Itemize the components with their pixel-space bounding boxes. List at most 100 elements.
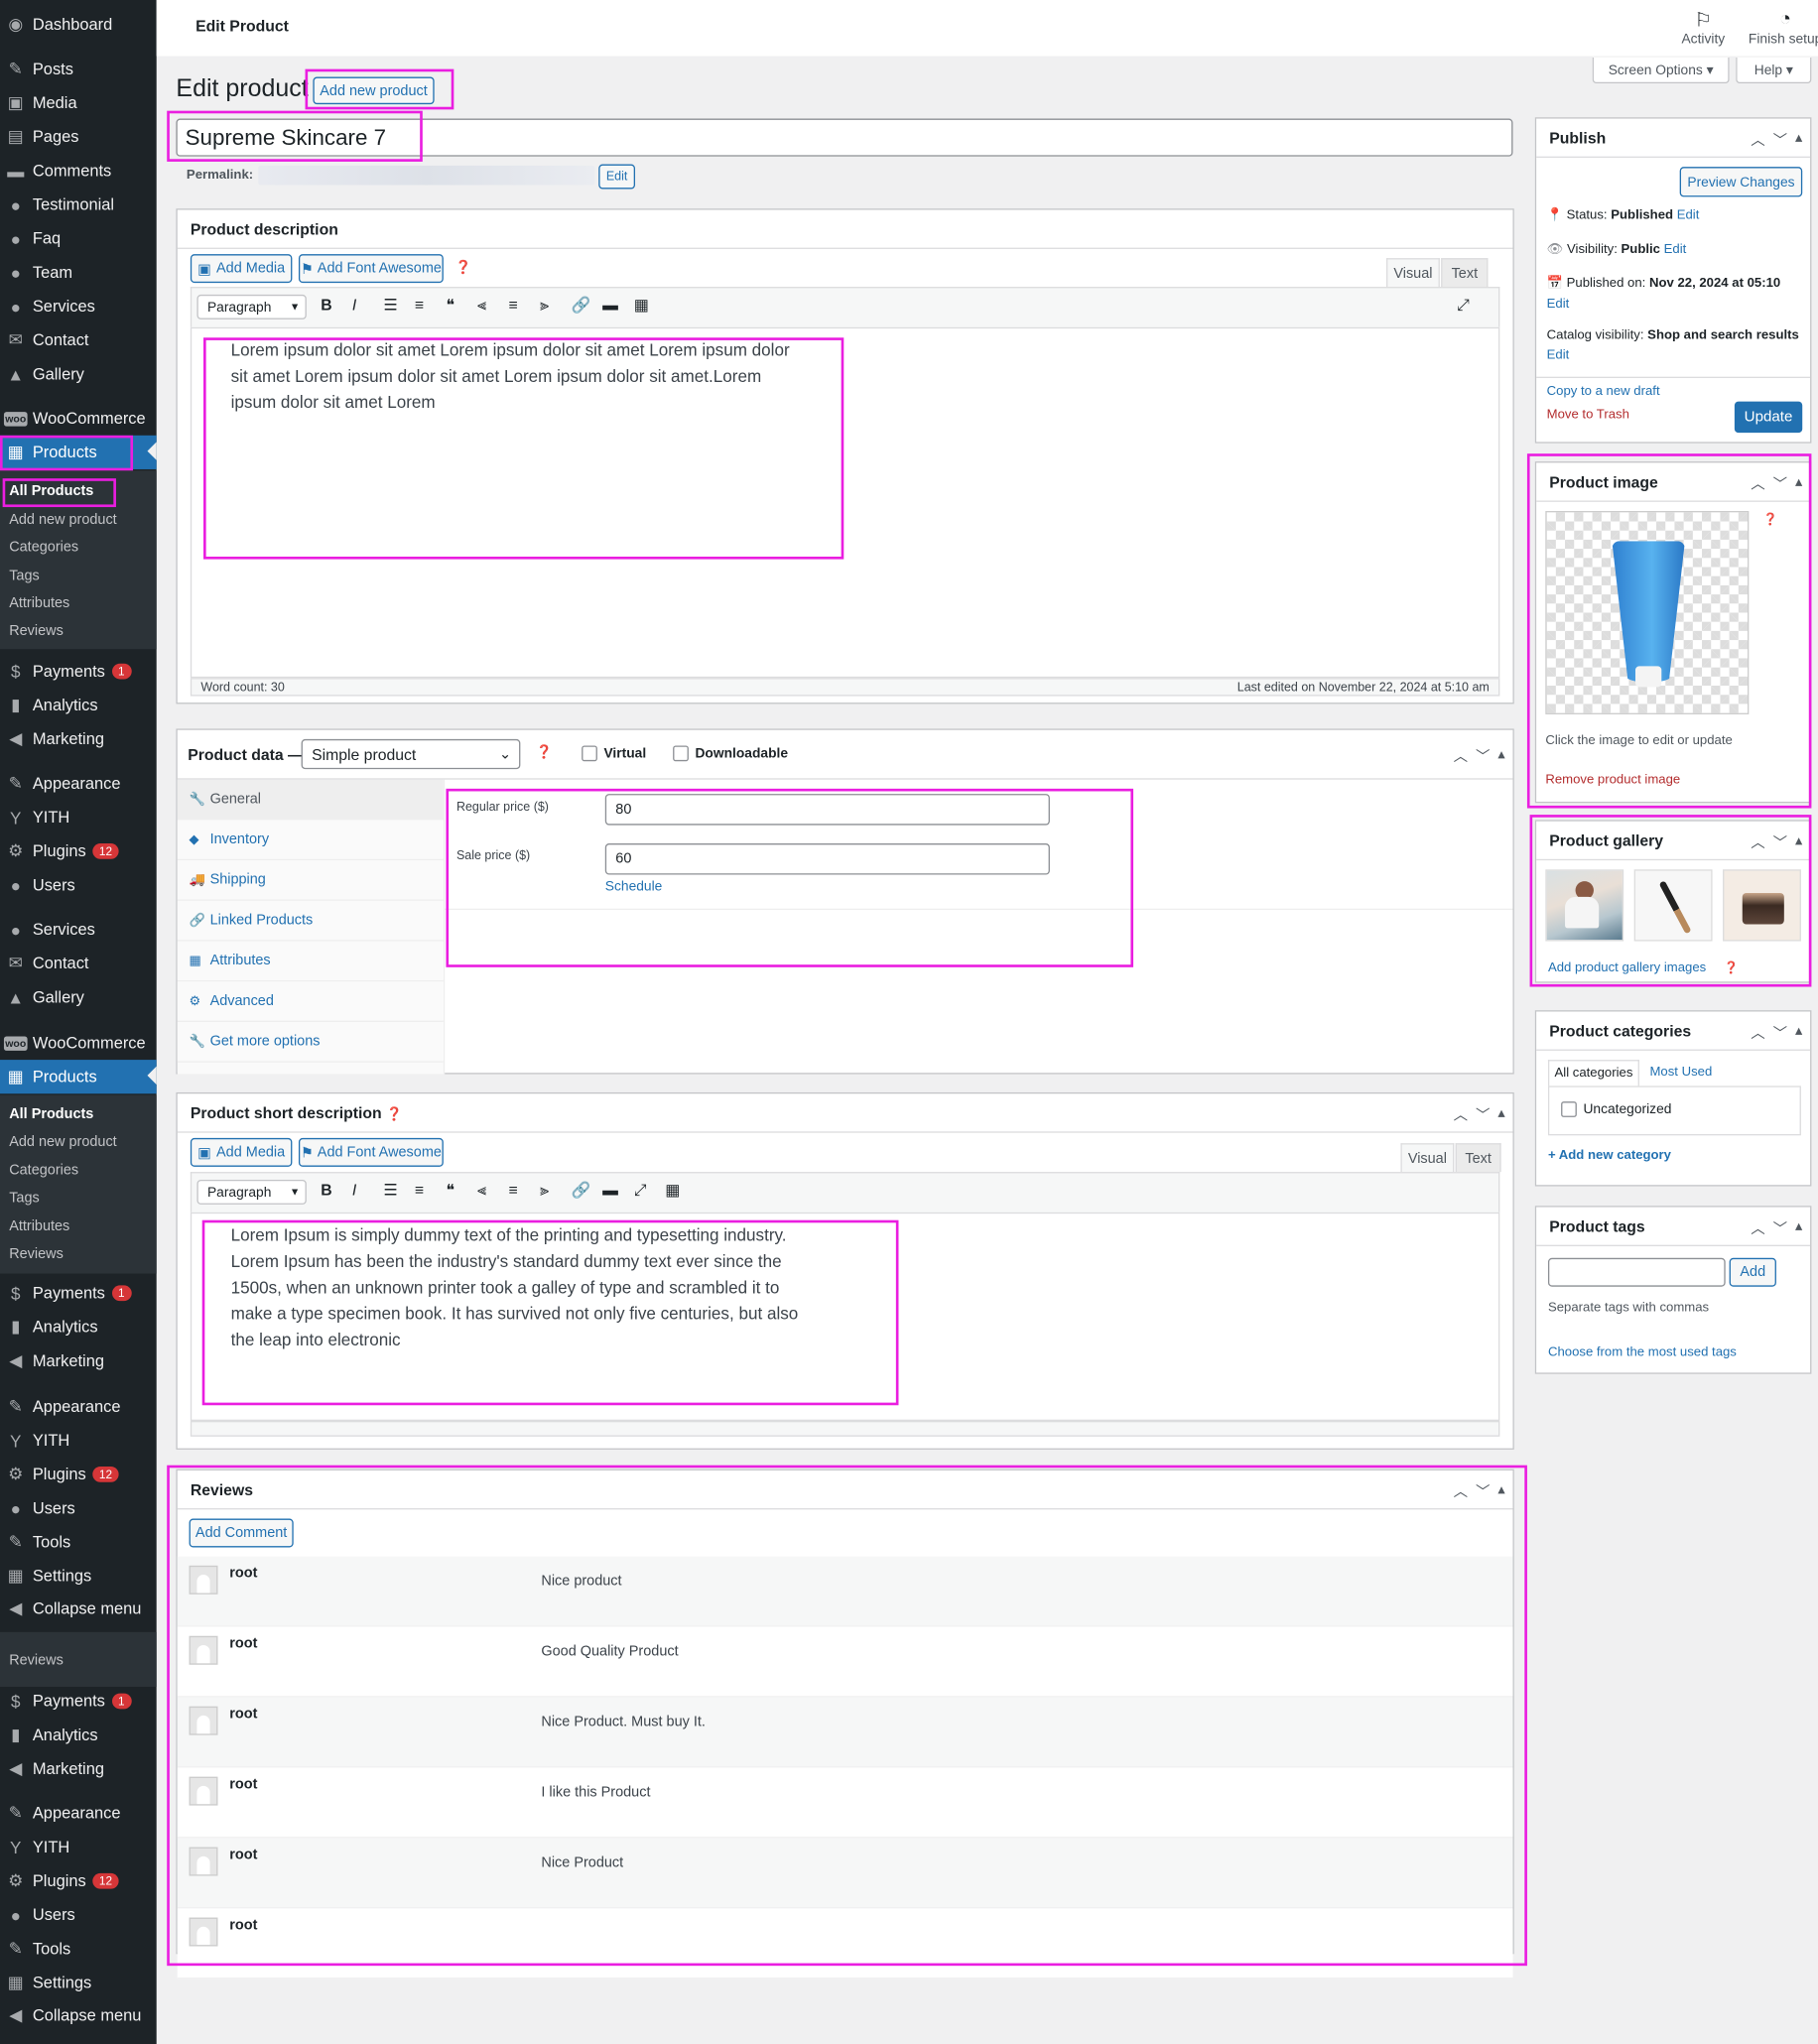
tab-visual[interactable]: Visual — [1400, 1143, 1455, 1173]
link-icon[interactable]: 🔗 — [572, 1181, 591, 1199]
more-tag-icon[interactable]: ▬ — [602, 1181, 618, 1199]
choose-most-used-tags-link[interactable]: Choose from the most used tags — [1548, 1345, 1737, 1359]
virtual-checkbox[interactable]: Virtual — [582, 745, 646, 762]
more-tag-icon[interactable]: ▬ — [602, 296, 618, 314]
sidebar-item-team-a[interactable]: ● Team — [0, 256, 157, 290]
help-icon[interactable]: ❓ — [1724, 960, 1739, 974]
add-comment-button[interactable]: Add Comment — [189, 1518, 294, 1548]
sidebar-item-pages-a[interactable]: ▤ Pages — [0, 120, 157, 154]
tab-text[interactable]: Text — [1441, 258, 1489, 288]
sidebar-item-gallery-c[interactable]: ▲ Gallery — [0, 980, 157, 1014]
sidebar-item-faq-a[interactable]: ● Faq — [0, 221, 157, 255]
link-icon[interactable]: 🔗 — [572, 296, 591, 314]
box-controls[interactable]: ︿ ﹀ ▴ — [1751, 831, 1802, 852]
regular-price-input[interactable]: 80 — [604, 794, 1050, 826]
description-editor[interactable]: Lorem ipsum dolor sit amet Lorem ipsum d… — [190, 326, 1500, 679]
sidebar-item-gallery-a[interactable]: ▲ Gallery — [0, 357, 157, 391]
help-icon[interactable]: ❓ — [386, 1108, 402, 1122]
activity-button[interactable]: ⚐ Activity — [1676, 8, 1731, 47]
align-center-icon[interactable]: ≡ — [509, 1181, 518, 1199]
add-media-button[interactable]: ▣ Add Media — [190, 1137, 293, 1167]
sidebar-item-analytics-b[interactable]: ▮ Analytics — [0, 689, 157, 722]
sidebar-item-marketing-e[interactable]: ◀ Marketing — [0, 1752, 157, 1786]
catalog-edit-link[interactable]: Edit — [1547, 348, 1570, 362]
sidebar-item-contact-a[interactable]: ✉ Contact — [0, 323, 157, 357]
resize-bar[interactable] — [190, 1421, 1500, 1437]
help-icon[interactable]: ❓ — [1763, 512, 1778, 526]
numbered-list-icon[interactable]: ≡ — [415, 1181, 424, 1199]
align-left-icon[interactable]: ⫷ — [477, 296, 486, 316]
submenu-attributes-a[interactable]: Attributes — [0, 590, 157, 618]
tab-inventory[interactable]: ◆ Inventory — [177, 820, 444, 861]
review-row[interactable]: root I like this Product — [177, 1767, 1513, 1839]
submenu-categories-b[interactable]: Categories — [0, 1158, 157, 1186]
sidebar-item-products-c[interactable]: ▦ Products — [0, 1060, 157, 1094]
bold-icon[interactable]: B — [321, 296, 331, 314]
format-select[interactable]: Paragraph ▼ — [196, 1179, 307, 1205]
toolbar-toggle-icon[interactable]: ▦ — [634, 296, 649, 314]
blockquote-icon[interactable]: ❝ — [446, 1181, 454, 1199]
submenu-categories-a[interactable]: Categories — [0, 535, 157, 563]
sidebar-item-yith-d[interactable]: Y YITH — [0, 1424, 157, 1458]
sidebar-item-testimonial-a[interactable]: ● Testimonial — [0, 188, 157, 221]
submenu-all-products-b[interactable]: All Products — [0, 1101, 157, 1129]
move-to-trash-link[interactable]: Move to Trash — [1547, 408, 1629, 422]
bulleted-list-icon[interactable]: ☰ — [383, 296, 397, 314]
tab-general[interactable]: 🔧 General — [177, 779, 444, 821]
box-controls[interactable]: ︿ ﹀ ▴ — [1751, 1217, 1802, 1238]
box-controls[interactable]: ︿ ﹀ ▴ — [1751, 129, 1802, 150]
finish-setup-button[interactable]: ◔ Finish setup — [1747, 8, 1818, 47]
add-font-awesome-button[interactable]: ⚑ Add Font Awesome — [298, 254, 444, 284]
tab-linked-products[interactable]: 🔗 Linked Products — [177, 900, 444, 942]
tab-advanced[interactable]: ⚙ Advanced — [177, 981, 444, 1023]
gallery-image-2[interactable] — [1633, 869, 1713, 942]
box-controls[interactable]: ︿ ﹀ ▴ — [1454, 745, 1505, 766]
add-gallery-images-link[interactable]: Add product gallery images — [1548, 960, 1706, 974]
align-center-icon[interactable]: ≡ — [509, 296, 518, 314]
sale-price-input[interactable]: 60 — [604, 843, 1050, 875]
sidebar-item-woocommerce-a[interactable]: woo WooCommerce — [0, 402, 157, 436]
add-font-awesome-button[interactable]: ⚑ Add Font Awesome — [298, 1137, 444, 1167]
review-row[interactable]: root Nice Product — [177, 1838, 1513, 1909]
sidebar-item-appearance-b[interactable]: ✎ Appearance — [0, 767, 157, 801]
tab-attributes[interactable]: ▦ Attributes — [177, 941, 444, 982]
submenu-tags-a[interactable]: Tags — [0, 564, 157, 591]
permalink-edit-button[interactable]: Edit — [598, 164, 636, 190]
sidebar-item-tools-d[interactable]: ✎ Tools — [0, 1525, 157, 1559]
fullscreen-icon[interactable]: ⤢ — [1457, 296, 1470, 316]
sidebar-item-yith-b[interactable]: Y YITH — [0, 801, 157, 834]
submenu-add-new-product-a[interactable]: Add new product — [0, 507, 157, 535]
box-controls[interactable]: ︿ ﹀ ▴ — [1454, 1480, 1505, 1501]
sidebar-item-yith-e[interactable]: Y YITH — [0, 1831, 157, 1864]
sidebar-item-collapse-menu-e[interactable]: ◀ Collapse menu — [0, 1998, 157, 2032]
tab-text[interactable]: Text — [1455, 1143, 1501, 1173]
category-uncategorized[interactable]: Uncategorized — [1561, 1101, 1671, 1118]
help-icon[interactable]: ❓ — [455, 261, 471, 275]
box-controls[interactable]: ︿ ﹀ ▴ — [1751, 473, 1802, 494]
format-select[interactable]: Paragraph ▼ — [196, 294, 307, 319]
tab-visual[interactable]: Visual — [1385, 258, 1440, 288]
short-description-editor[interactable]: Lorem Ipsum is simply dummy text of the … — [190, 1212, 1500, 1422]
blockquote-icon[interactable]: ❝ — [446, 296, 454, 314]
submenu-reviews-a[interactable]: Reviews — [0, 618, 157, 646]
sidebar-item-media-a[interactable]: ▣ Media — [0, 86, 157, 120]
remove-product-image-link[interactable]: Remove product image — [1545, 773, 1680, 787]
sidebar-item-plugins-e[interactable]: ⚙ Plugins 12 — [0, 1864, 157, 1898]
review-row[interactable]: root — [177, 1908, 1513, 1980]
sidebar-item-marketing-d[interactable]: ◀ Marketing — [0, 1344, 157, 1378]
tab-get-more-options[interactable]: 🔧 Get more options — [177, 1022, 444, 1063]
numbered-list-icon[interactable]: ≡ — [415, 296, 424, 314]
add-media-button[interactable]: ▣ Add Media — [190, 254, 293, 284]
published-edit-link[interactable]: Edit — [1547, 298, 1570, 312]
sidebar-item-analytics-e[interactable]: ▮ Analytics — [0, 1719, 157, 1752]
box-controls[interactable]: ︿ ﹀ ▴ — [1751, 1022, 1802, 1043]
schedule-link[interactable]: Schedule — [605, 878, 663, 894]
add-new-category-link[interactable]: + Add new category — [1548, 1148, 1671, 1162]
sidebar-item-plugins-d[interactable]: ⚙ Plugins 12 — [0, 1458, 157, 1491]
sidebar-item-users-e[interactable]: ● Users — [0, 1898, 157, 1932]
sidebar-item-services-a[interactable]: ● Services — [0, 290, 157, 323]
submenu-reviews-c[interactable]: Reviews — [0, 1648, 157, 1676]
tag-input[interactable] — [1547, 1257, 1726, 1287]
sidebar-item-collapse-menu-d[interactable]: ◀ Collapse menu — [0, 1592, 157, 1625]
bold-icon[interactable]: B — [321, 1181, 331, 1199]
